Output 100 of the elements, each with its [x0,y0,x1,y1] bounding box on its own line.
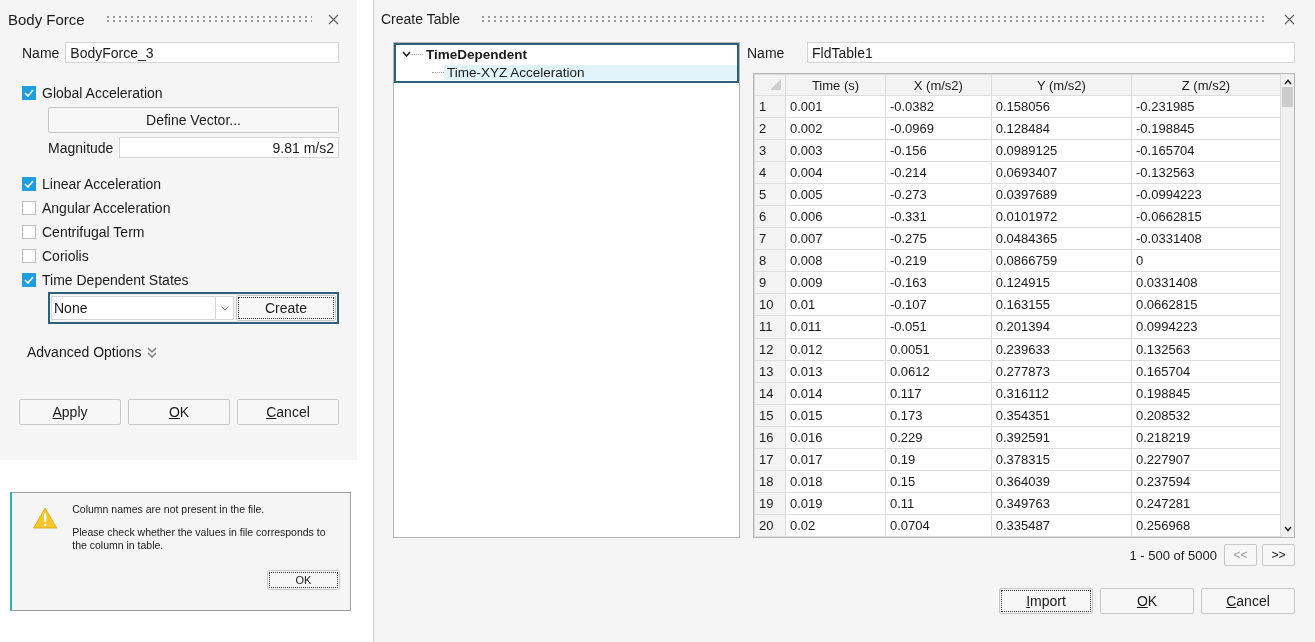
tree-item[interactable]: Time-XYZ Acceleration [444,64,737,80]
checkbox-label: Angular Acceleration [42,200,171,216]
advanced-options-toggle[interactable]: Advanced Options [27,344,142,360]
row-number: 14 [754,382,786,405]
magnitude-label: Magnitude [48,139,114,156]
row-number: 7 [754,227,786,250]
table-cell: 0.0397689 [991,183,1132,206]
row-number: 9 [754,271,786,294]
row-number: 8 [754,249,786,272]
dialog-button[interactable]: OK [128,399,230,425]
scroll-up-icon[interactable] [1283,79,1292,85]
table-cell: 0.354351 [991,404,1132,427]
checkbox[interactable] [22,86,36,100]
table-cell: 0.208532 [1131,404,1281,427]
name-field[interactable]: BodyForce_3 [65,42,339,63]
table-cell: -0.0994223 [1131,183,1281,206]
table-cell: -0.231985 [1131,95,1281,118]
panel-title: Body Force [8,10,85,28]
checkbox[interactable] [22,225,36,239]
table-cell: 0.227907 [1131,448,1281,471]
table-cell: 0.364039 [991,470,1132,493]
row-number: 16 [754,426,786,449]
create-button[interactable]: Create [236,295,336,321]
table-cell: -0.0662815 [1131,205,1281,228]
table-cell: 0.0693407 [991,161,1132,184]
checkbox-label: Global Acceleration [42,85,163,101]
table-cell: 0.124915 [991,271,1132,294]
column-header[interactable]: Time (s) [785,74,886,96]
table-cell: 0.158056 [991,95,1132,118]
row-number: 15 [754,404,786,427]
table-cell: 0.335487 [991,514,1132,537]
table-name-field[interactable]: FldTable1 [807,42,1295,63]
row-number: 4 [754,161,786,184]
table-cell: 0.0484365 [991,227,1132,250]
table-cell: 0.237594 [1131,470,1281,493]
table-cell: 0.218219 [1131,426,1281,449]
chevron-icon[interactable] [147,346,158,358]
row-number: 6 [754,205,786,228]
table-cell: 0.201394 [991,315,1132,338]
define-vector-button[interactable]: Define Vector... [48,107,339,133]
dialog-button[interactable]: Apply [19,399,121,425]
table-cell: 0.247281 [1131,492,1281,515]
table-dropdown[interactable]: None [51,296,234,320]
table-cell: 0.0662815 [1131,293,1281,316]
row-number: 3 [754,139,786,162]
table-cell: 0.378315 [991,448,1132,471]
caret-icon [220,305,229,311]
tree-item[interactable]: TimeDependent [423,46,531,62]
table-cell: 0.277873 [991,360,1132,383]
dialog-button[interactable]: Cancel [237,399,339,425]
checkbox[interactable] [22,177,36,191]
row-number: 12 [754,338,786,361]
table-cell: 0.0994223 [1131,315,1281,338]
close-icon[interactable] [328,13,339,25]
next-page-button[interactable]: >> [1262,544,1295,566]
table-cell: 0.256968 [1131,514,1281,537]
message-text: Column names are not present in the file. [72,503,266,516]
table-cell: 0.349763 [991,492,1132,515]
table-cell: 0.165704 [1131,360,1281,383]
table-cell: 0.316112 [991,382,1132,405]
table-cell: 0.0989125 [991,139,1132,162]
name-label: Name [747,44,786,61]
table-cell: 0.128484 [991,117,1132,140]
magnitude-field[interactable]: 9.81 m/s2 [119,137,339,158]
scroll-down-icon[interactable] [1283,526,1292,532]
chevron-down-icon[interactable] [402,50,411,58]
ok-button[interactable]: OK [267,570,340,590]
table-cell: 0.163155 [991,293,1132,316]
column-header[interactable]: Y (m/s2) [991,74,1132,96]
row-number: 13 [754,360,786,383]
table-cell: 0 [1131,249,1281,272]
table-cell: 0.198845 [1131,382,1281,405]
checkbox-label: Linear Acceleration [42,176,162,192]
table-cell: 0.0331408 [1131,271,1281,294]
scroll-thumb[interactable] [1282,87,1293,107]
checkbox-label: Time Dependent States [42,272,189,288]
table-cell: -0.165704 [1131,139,1281,162]
checkbox-label: Centrifugal Term [42,224,145,240]
checkbox[interactable] [22,249,36,263]
close-icon[interactable] [1284,13,1295,25]
row-number: 10 [754,293,786,316]
row-number: 2 [754,117,786,140]
table-cell: -0.198845 [1131,117,1281,140]
message-text: Please check whether the values in file corresponds to the column in table. [72,526,327,552]
checkbox[interactable] [22,201,36,215]
row-number: 1 [754,95,786,118]
name-label: Name [22,44,60,61]
row-number: 19 [754,492,786,515]
dialog-button[interactable]: OK [1100,588,1194,614]
column-header[interactable]: X (m/s2) [885,74,992,96]
page-range: 1 - 500 of 5000 [1129,547,1217,563]
checkbox[interactable] [22,273,36,287]
row-number: 20 [754,514,786,537]
dialog-button[interactable]: Import [999,588,1093,614]
column-header[interactable]: Z (m/s2) [1131,74,1281,96]
table-cell: 0.132563 [1131,338,1281,361]
checkbox-label: Coriolis [42,248,89,264]
table-cell: 0.0101972 [991,205,1132,228]
scrollbar[interactable] [1281,74,1294,537]
dialog-button[interactable]: Cancel [1201,588,1295,614]
